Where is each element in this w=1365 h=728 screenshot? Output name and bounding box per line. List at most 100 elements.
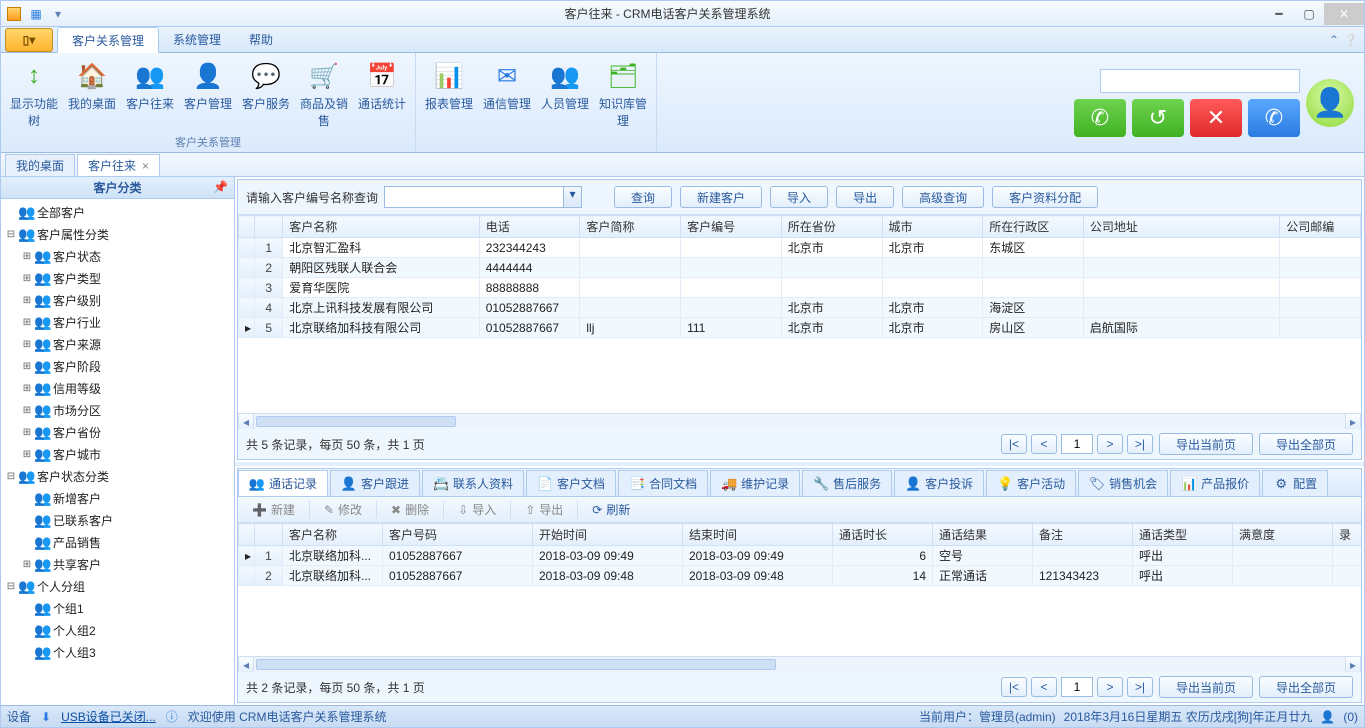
file-button[interactable]: ▯▾ (5, 28, 53, 52)
tree-node-16[interactable]: ⊞👥共享客户 (1, 553, 234, 575)
ribbon-item-0-1[interactable]: 🏠我的桌面 (63, 55, 121, 133)
action-button-2[interactable]: 导入 (770, 186, 828, 208)
col-header[interactable]: 满意度 (1233, 524, 1333, 546)
tree-node-3[interactable]: ⊞👥客户类型 (1, 267, 234, 289)
table-row[interactable]: ▸5北京联络加科技有限公司01052887667llj111北京市北京市房山区启… (239, 318, 1361, 338)
table-row[interactable]: 3爱育华医院88888888 (239, 278, 1361, 298)
tree-node-17[interactable]: ⊟👥个人分组 (1, 575, 234, 597)
tree-node-1[interactable]: ⊟👥客户属性分类 (1, 223, 234, 245)
last-page-button[interactable]: >| (1127, 434, 1153, 454)
action-button-5[interactable]: 客户资料分配 (992, 186, 1098, 208)
export-all-pages-button-bottom[interactable]: 导出全部页 (1259, 676, 1353, 698)
col-header[interactable]: 所在省份 (781, 216, 882, 238)
expand-icon[interactable]: ⊞ (21, 405, 33, 416)
splitter[interactable] (235, 462, 1364, 466)
last-page-button-bottom[interactable]: >| (1127, 677, 1153, 697)
dropdown-icon[interactable]: ▾ (563, 187, 581, 207)
prev-page-button-bottom[interactable]: < (1031, 677, 1057, 697)
doc-tab-1[interactable]: 客户往来× (77, 154, 160, 176)
doc-tab-0[interactable]: 我的桌面 (5, 154, 75, 176)
help-icon[interactable]: ❔ (1343, 33, 1358, 47)
ribbon-item-0-3[interactable]: 👤客户管理 (179, 55, 237, 133)
tree-node-4[interactable]: ⊞👥客户级别 (1, 289, 234, 311)
tree-node-10[interactable]: ⊞👥客户省份 (1, 421, 234, 443)
expand-icon[interactable]: ⊞ (21, 295, 33, 306)
action-button-3[interactable]: 导出 (836, 186, 894, 208)
tree-node-15[interactable]: 👥产品销售 (1, 531, 234, 553)
tree-node-13[interactable]: 👥新增客户 (1, 487, 234, 509)
search-input[interactable] (385, 187, 563, 207)
col-header[interactable]: 电话 (479, 216, 580, 238)
detail-tab-2[interactable]: 📇联系人资料 (422, 470, 524, 496)
detail-tab-5[interactable]: 🚚维护记录 (710, 470, 800, 496)
ribbon-item-0-4[interactable]: 💬客户服务 (237, 55, 295, 133)
page-input[interactable] (1061, 434, 1093, 454)
detail-tab-4[interactable]: 📑合同文档 (618, 470, 708, 496)
col-header[interactable]: 所在行政区 (983, 216, 1084, 238)
call-button[interactable]: ✆ (1074, 99, 1126, 137)
col-header[interactable]: 备注 (1033, 524, 1133, 546)
export-current-page-button-bottom[interactable]: 导出当前页 (1159, 676, 1253, 698)
tree-node-20[interactable]: 👥个人组3 (1, 641, 234, 663)
col-header[interactable]: 客户名称 (283, 524, 383, 546)
expand-icon[interactable]: ⊞ (21, 251, 33, 262)
call-log-grid[interactable]: 客户名称客户号码开始时间结束时间通话时长通话结果备注通话类型满意度录▸1北京联络… (238, 523, 1361, 656)
col-header[interactable]: 公司邮编 (1280, 216, 1361, 238)
expand-icon[interactable]: ⊞ (21, 273, 33, 284)
ribbon-item-0-0[interactable]: ↕显示功能树 (5, 55, 63, 133)
detail-tab-3[interactable]: 📄客户文档 (526, 470, 616, 496)
expand-icon[interactable]: ⊟ (5, 229, 17, 240)
tree-node-7[interactable]: ⊞👥客户阶段 (1, 355, 234, 377)
col-header[interactable]: 开始时间 (533, 524, 683, 546)
ribbon-item-1-0[interactable]: 📊报表管理 (420, 55, 478, 147)
detail-tab-8[interactable]: 💡客户活动 (986, 470, 1076, 496)
ribbon-item-0-5[interactable]: 🛒商品及销售 (295, 55, 353, 133)
qat-dropdown-icon[interactable]: ▾ (49, 5, 67, 23)
table-row[interactable]: 4北京上讯科技发展有限公司01052887667北京市北京市海淀区 (239, 298, 1361, 318)
ribbon-item-0-6[interactable]: 📅通话统计 (353, 55, 411, 133)
tree-node-12[interactable]: ⊟👥客户状态分类 (1, 465, 234, 487)
first-page-button[interactable]: |< (1001, 434, 1027, 454)
pin-icon[interactable]: 📌 (213, 180, 228, 194)
phone-search-input[interactable] (1100, 69, 1300, 93)
ribbon-item-0-2[interactable]: 👥客户往来 (121, 55, 179, 133)
category-tree[interactable]: 👥全部客户⊟👥客户属性分类⊞👥客户状态⊞👥客户类型⊞👥客户级别⊞👥客户行业⊞👥客… (1, 199, 234, 705)
expand-icon[interactable]: ⊞ (21, 317, 33, 328)
detail-tab-9[interactable]: 🏷销售机会 (1078, 470, 1168, 496)
export-current-page-button[interactable]: 导出当前页 (1159, 433, 1253, 455)
col-header[interactable]: 客户号码 (383, 524, 533, 546)
tree-node-5[interactable]: ⊞👥客户行业 (1, 311, 234, 333)
next-page-button-bottom[interactable]: > (1097, 677, 1123, 697)
prev-page-button[interactable]: < (1031, 434, 1057, 454)
h-scrollbar[interactable]: ◂ ▸ (238, 413, 1361, 429)
detail-tab-1[interactable]: 👤客户跟进 (330, 470, 420, 496)
device-status-icon[interactable]: ⬇ (41, 710, 51, 724)
expand-icon[interactable]: ⊞ (21, 361, 33, 372)
detail-tab-7[interactable]: 👤客户投诉 (894, 470, 984, 496)
table-row[interactable]: 1北京智汇盈科232344243北京市北京市东城区 (239, 238, 1361, 258)
ribbon-item-1-2[interactable]: 👥人员管理 (536, 55, 594, 147)
call-alt-button[interactable]: ↺ (1132, 99, 1184, 137)
col-header[interactable]: 客户编号 (681, 216, 782, 238)
col-header[interactable]: 通话结果 (933, 524, 1033, 546)
tree-node-18[interactable]: 👥个组1 (1, 597, 234, 619)
close-icon[interactable]: × (142, 159, 149, 173)
ribbon-item-1-3[interactable]: 🗂知识库管理 (594, 55, 652, 147)
qat-grid-icon[interactable]: ▦ (27, 5, 45, 23)
tree-node-14[interactable]: 👥已联系客户 (1, 509, 234, 531)
usb-status-link[interactable]: USB设备已关闭... (61, 708, 156, 725)
expand-icon[interactable]: ⊞ (21, 383, 33, 394)
action-button-0[interactable]: 查询 (614, 186, 672, 208)
expand-icon[interactable]: ⊞ (21, 449, 33, 460)
tree-node-11[interactable]: ⊞👥客户城市 (1, 443, 234, 465)
tree-node-0[interactable]: 👥全部客户 (1, 201, 234, 223)
table-row[interactable]: 2北京联络加科...010528876672018-03-09 09:48201… (239, 566, 1362, 586)
menu-tab-2[interactable]: 帮助 (235, 27, 287, 53)
expand-icon[interactable]: ⊞ (21, 559, 33, 570)
col-header[interactable]: 通话类型 (1133, 524, 1233, 546)
tree-node-9[interactable]: ⊞👥市场分区 (1, 399, 234, 421)
maximize-button[interactable]: ▢ (1294, 3, 1324, 25)
minimize-button[interactable]: ━ (1264, 3, 1294, 25)
tree-node-19[interactable]: 👥个人组2 (1, 619, 234, 641)
detail-tab-0[interactable]: 👥通话记录 (238, 470, 328, 496)
